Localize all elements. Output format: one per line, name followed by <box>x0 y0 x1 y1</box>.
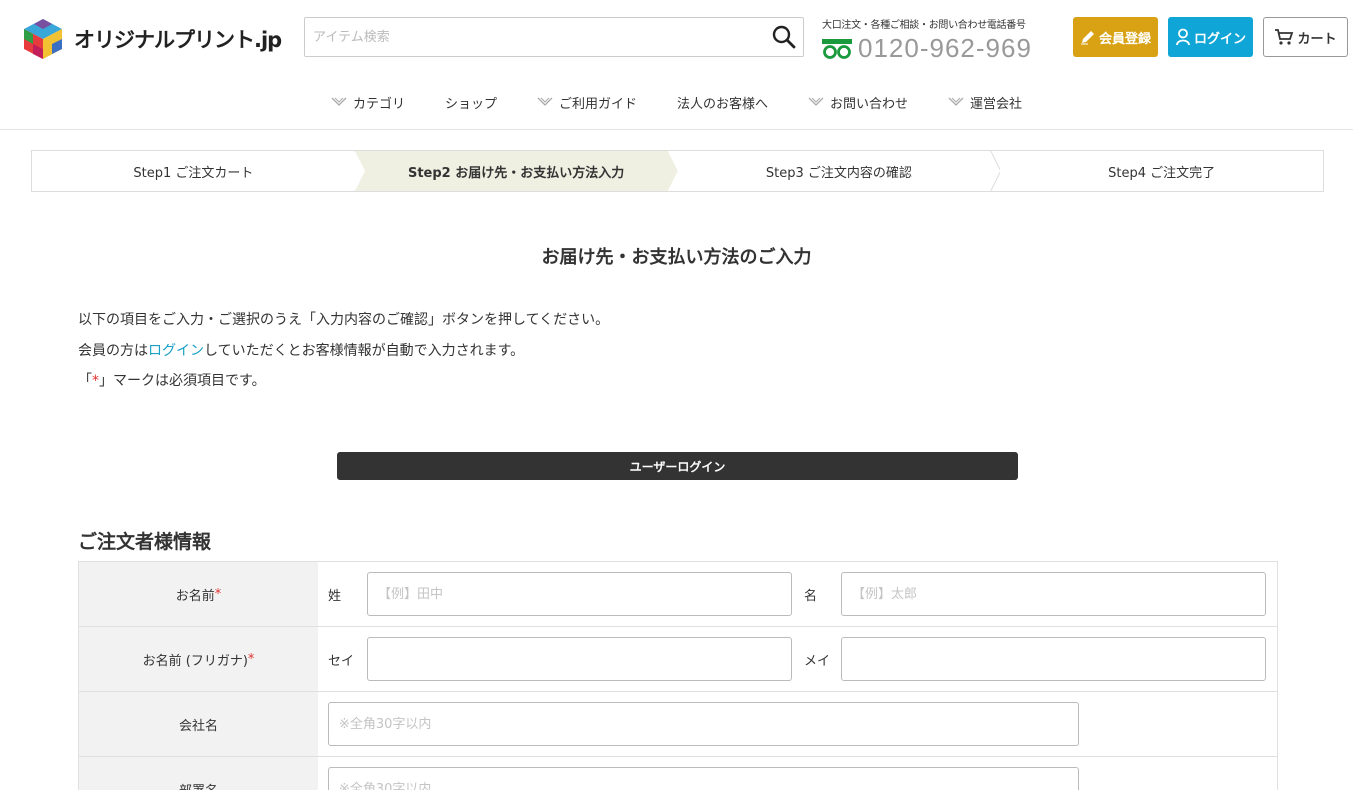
pencil-icon <box>1080 31 1094 45</box>
page-title: お届け先・お支払い方法のご入力 <box>541 247 812 268</box>
last-kana-input[interactable] <box>367 637 792 681</box>
cart-button[interactable]: カート <box>1263 17 1348 57</box>
main-nav: カテゴリ ショップ ご利用ガイド 法人のお客様へ お問い合わせ 運営会社 <box>0 88 1353 116</box>
nav-label: ショップ <box>444 96 497 112</box>
intro-line-3: 「*」マークは必須項目です。 <box>78 366 609 397</box>
phone-caption: 大口注文・各種ご相談・お問い合わせ電話番号 <box>822 20 1026 31</box>
step-label: Step3 ご注文内容の確認 <box>765 165 912 181</box>
site-logo[interactable]: オリジナルプリント.jp <box>22 17 282 61</box>
search-input[interactable] <box>305 18 760 56</box>
form-row-name: お名前* 姓 名 <box>78 562 1278 627</box>
last-name-label: 姓 <box>328 588 342 604</box>
nav-item-shop[interactable]: ショップ <box>445 88 497 116</box>
nav-label: 法人のお客様へ <box>677 96 769 112</box>
user-login-button[interactable]: ユーザーログイン <box>337 452 1018 480</box>
checkout-steps: Step1 ご注文カート Step2 お届け先・お支払い方法入力 Step3 ご… <box>31 150 1324 192</box>
nav-item-guide[interactable]: ご利用ガイド <box>537 88 637 116</box>
login-button[interactable]: ログイン <box>1168 17 1253 57</box>
form-field: セイ メイ <box>318 627 1278 691</box>
step-3: Step3 ご注文内容の確認 <box>678 151 1001 191</box>
step-label: Step1 ご注文カート <box>133 165 254 181</box>
nav-item-company[interactable]: 運営会社 <box>948 88 1022 116</box>
nav-label: ご利用ガイド <box>558 96 637 112</box>
form-row-kana: お名前 (フリガナ) * セイ メイ <box>78 627 1278 692</box>
intro-text: 以下の項目をご入力・ご選択のうえ「入力内容のご確認」ボタンを押してください。 会… <box>78 305 609 397</box>
chevron-down-icon <box>808 97 824 106</box>
last-kana-label: セイ <box>328 653 355 669</box>
form-field <box>318 692 1278 756</box>
first-kana-label: メイ <box>804 653 831 669</box>
chevron-down-icon <box>537 97 553 106</box>
step-1: Step1 ご注文カート <box>32 151 355 191</box>
logo-text: オリジナルプリント.jp <box>74 28 282 52</box>
form-field <box>318 757 1278 790</box>
form-label-text: お名前 <box>175 588 215 604</box>
chevron-down-icon <box>331 97 347 106</box>
step-label: Step2 お届け先・お支払い方法入力 <box>407 165 625 181</box>
search-box <box>304 17 804 57</box>
nav-item-contact[interactable]: お問い合わせ <box>808 88 908 116</box>
nav-label: お問い合わせ <box>830 96 909 112</box>
step-label: Step4 ご注文完了 <box>1108 165 1216 181</box>
first-name-input[interactable] <box>841 572 1266 616</box>
phone-contact: 大口注文・各種ご相談・お問い合わせ電話番号 0120-962-969 <box>822 16 1032 64</box>
form-label: お名前 * <box>78 562 318 626</box>
login-link[interactable]: ログイン <box>148 343 204 359</box>
required-mark: * <box>92 373 99 389</box>
intro-text-part: 会員の方は <box>78 342 148 359</box>
form-row-company: 会社名 <box>78 692 1278 757</box>
phone-number[interactable]: 0120-962-969 <box>858 33 1032 64</box>
chevron-down-icon <box>948 97 964 106</box>
search-icon[interactable] <box>771 24 797 50</box>
first-kana-input[interactable] <box>841 637 1266 681</box>
freedial-icon <box>822 38 852 59</box>
cart-label: カート <box>1297 31 1337 47</box>
logo-cube-icon <box>24 19 62 59</box>
register-button[interactable]: 会員登録 <box>1073 17 1158 57</box>
cart-icon <box>1275 29 1294 45</box>
department-input[interactable] <box>328 767 1079 790</box>
required-mark: * <box>214 586 222 602</box>
last-name-input[interactable] <box>367 572 792 616</box>
form-row-department: 部署名 <box>78 757 1278 790</box>
form-label: 部署名 <box>78 757 318 790</box>
nav-label: 運営会社 <box>970 96 1023 112</box>
form-label: 会社名 <box>78 692 318 756</box>
intro-line-1: 以下の項目をご入力・ご選択のうえ「入力内容のご確認」ボタンを押してください。 <box>78 312 610 328</box>
form-label: お名前 (フリガナ) * <box>78 627 318 691</box>
form-label-text: 会社名 <box>178 718 218 734</box>
user-icon <box>1176 28 1190 46</box>
intro-text-part: 「 <box>78 373 92 389</box>
form-label-text: 部署名 <box>179 780 218 790</box>
step-2: Step2 お届け先・お支払い方法入力 <box>354 151 678 191</box>
section-title: ご注文者様情報 <box>78 531 212 553</box>
intro-text-part: していただくとお客様情報が自動で入力されます。 <box>204 342 525 359</box>
nav-divider <box>0 129 1353 130</box>
form-label-text: お名前 (フリガナ) <box>142 653 248 669</box>
step-4: Step4 ご注文完了 <box>1000 151 1323 191</box>
intro-text-part: 」マークは必須項目です。 <box>99 373 266 389</box>
intro-line-2: 会員の方はログインしていただくとお客様情報が自動で入力されます。 <box>78 336 609 367</box>
nav-label: カテゴリ <box>352 96 405 112</box>
register-label: 会員登録 <box>1098 31 1151 47</box>
login-label: ログイン <box>1193 31 1246 47</box>
nav-item-corporate[interactable]: 法人のお客様へ <box>677 88 768 116</box>
nav-item-category[interactable]: カテゴリ <box>331 88 405 116</box>
form-field: 姓 名 <box>318 562 1278 626</box>
orderer-form: お名前* 姓 名 お名前 (フリガナ) * セイ メイ 会社名 部署名 <box>78 561 1278 790</box>
first-name-label: 名 <box>804 588 818 604</box>
required-mark: * <box>247 651 255 667</box>
company-input[interactable] <box>328 702 1079 746</box>
